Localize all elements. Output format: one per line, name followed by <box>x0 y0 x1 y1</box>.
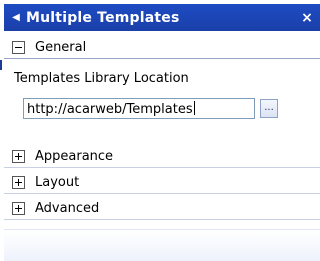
section-advanced-header[interactable]: Advanced <box>4 197 320 220</box>
section-appearance-label: Appearance <box>35 148 114 164</box>
tool-pane: ◀ Multiple Templates × General Templates… <box>4 4 320 261</box>
section-appearance-header[interactable]: Appearance <box>4 145 320 168</box>
expand-icon[interactable] <box>12 149 25 163</box>
expand-icon[interactable] <box>12 201 25 215</box>
section-general-header[interactable]: General <box>4 36 320 59</box>
collapse-icon[interactable] <box>12 40 25 54</box>
pane-titlebar: ◀ Multiple Templates × <box>4 4 320 31</box>
expand-icon[interactable] <box>12 175 25 189</box>
library-location-value: http://acarweb/Templates <box>27 102 193 117</box>
edge-marker <box>0 60 2 70</box>
library-location-input[interactable]: http://acarweb/Templates <box>23 98 255 119</box>
pane-body: General Templates Library Location http:… <box>4 31 320 261</box>
library-location-label: Templates Library Location <box>14 71 189 86</box>
section-layout-header[interactable]: Layout <box>4 171 320 194</box>
section-advanced-label: Advanced <box>35 200 100 216</box>
text-caret <box>193 101 195 115</box>
pane-title: Multiple Templates <box>26 9 180 26</box>
triangle-left-icon[interactable]: ◀ <box>6 12 26 23</box>
close-icon[interactable]: × <box>298 10 316 26</box>
divider <box>4 229 320 230</box>
browse-button[interactable]: ... <box>260 99 278 118</box>
section-layout-label: Layout <box>35 174 80 190</box>
section-general-label: General <box>35 39 87 55</box>
